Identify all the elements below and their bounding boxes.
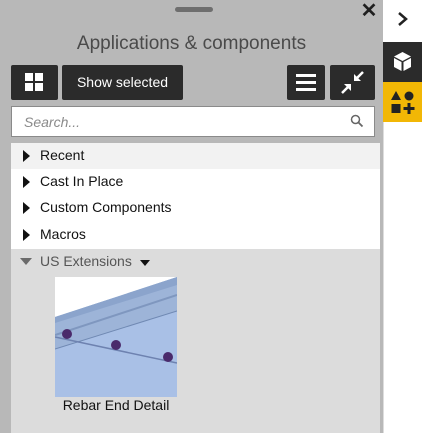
collapse-arrows-icon <box>341 71 364 94</box>
list-view-icon <box>296 74 316 91</box>
tree-item-custom-components[interactable]: Custom Components <box>11 195 380 221</box>
drag-handle[interactable] <box>175 7 213 12</box>
tree-item-label: Macros <box>40 226 86 242</box>
chevron-right-icon[interactable] <box>393 8 413 30</box>
expand-arrow-icon[interactable] <box>23 176 30 188</box>
tree-group-label[interactable]: US Extensions <box>40 253 132 269</box>
close-icon[interactable]: ✕ <box>359 0 379 22</box>
component-tree: Recent Cast In Place Custom Components M… <box>11 143 380 433</box>
rebar-end-detail-thumbnail <box>54 277 178 397</box>
grid-view-button[interactable] <box>11 65 58 100</box>
side-rail <box>383 0 422 433</box>
tree-item-label: Recent <box>40 147 85 163</box>
search-input[interactable] <box>12 107 344 136</box>
grid-view-icon <box>25 73 43 91</box>
components-tab[interactable] <box>383 42 422 82</box>
applications-tab[interactable] <box>383 82 422 122</box>
shapes-icon <box>391 91 415 114</box>
tree-group-us-extensions: US Extensions Rebar End Detail <box>11 249 380 433</box>
expand-arrow-icon[interactable] <box>23 202 30 214</box>
cube-icon <box>394 52 411 71</box>
list-view-button[interactable] <box>287 65 325 100</box>
dropdown-arrow-icon[interactable] <box>140 260 150 266</box>
expand-arrow-icon[interactable] <box>23 150 30 162</box>
search-box <box>11 106 375 137</box>
collapse-button[interactable] <box>330 65 375 100</box>
tree-item-cast-in-place[interactable]: Cast In Place <box>11 169 380 195</box>
tree-item-macros[interactable]: Macros <box>11 222 380 248</box>
component-name: Rebar End Detail <box>62 397 170 413</box>
component-tile-rebar-end-detail[interactable]: Rebar End Detail <box>54 277 178 413</box>
rail-divider <box>383 122 422 433</box>
tree-item-recent[interactable]: Recent <box>11 143 380 169</box>
show-selected-button[interactable]: Show selected <box>62 65 183 100</box>
panel-title: Applications & components <box>76 33 307 54</box>
applications-panel: ✕ Applications & components Show selecte… <box>0 0 383 433</box>
expand-arrow-icon[interactable] <box>23 229 30 241</box>
search-icon[interactable] <box>350 114 364 128</box>
collapse-arrow-icon[interactable] <box>20 258 32 265</box>
tree-item-label: Cast In Place <box>40 173 124 189</box>
tree-item-label: Custom Components <box>40 199 172 215</box>
